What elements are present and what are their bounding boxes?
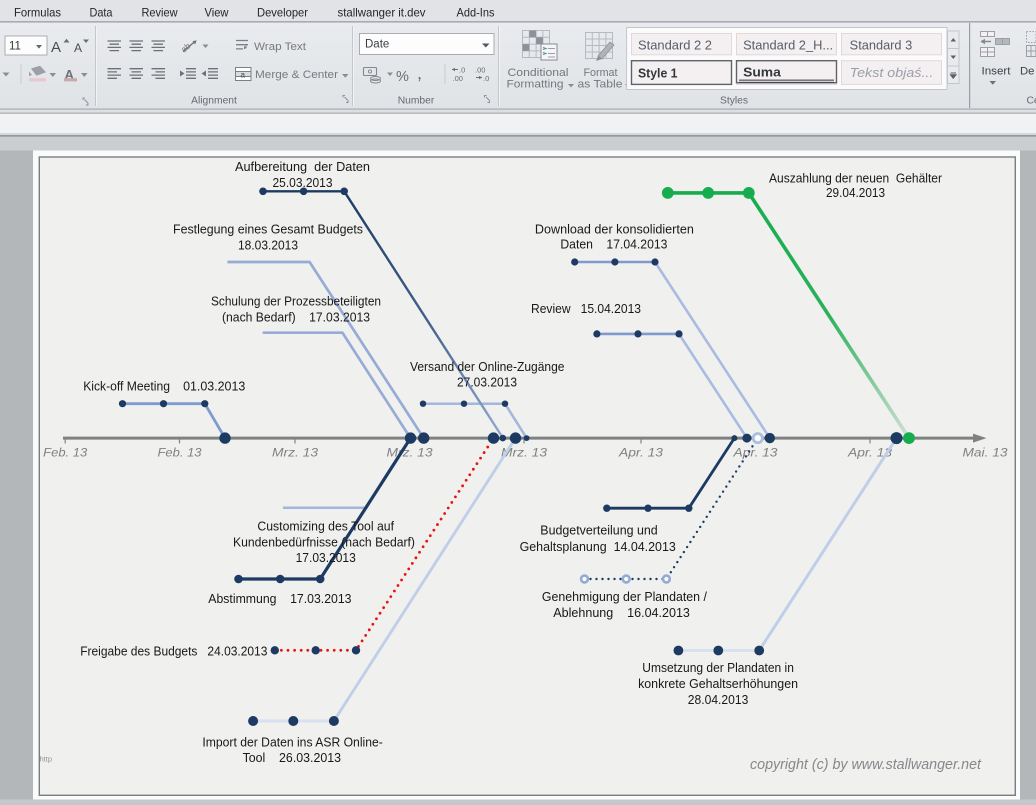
- svg-text:A: A: [51, 39, 61, 56]
- svg-text:18.03.2013: 18.03.2013: [238, 239, 298, 253]
- svg-text:Schulung der Prozessbeteiligte: Schulung der Prozessbeteiligten: [211, 295, 381, 309]
- svg-text:Genehmigung der Plandaten /: Genehmigung der Plandaten /: [542, 590, 708, 604]
- svg-text:Customizing des Tool auf: Customizing des Tool auf: [257, 520, 394, 534]
- svg-text:Kundenbedürfnisse (nach Bedarf: Kundenbedürfnisse (nach Bedarf): [233, 536, 415, 550]
- svg-text:Review 15.04.2013: Review 15.04.2013: [531, 302, 641, 316]
- svg-text:01.03.2013: 01.03.2013: [183, 380, 245, 394]
- svg-text:Wrap Text: Wrap Text: [254, 41, 307, 53]
- svg-text:Merge & Center: Merge & Center: [255, 69, 338, 81]
- svg-text:Versand der Online-Zugänge: Versand der Online-Zugänge: [410, 360, 565, 374]
- svg-text:Style 1: Style 1: [638, 66, 678, 81]
- svg-text:Number: Number: [398, 95, 435, 106]
- svg-text:Freigabe des Budgets 24.03.2: Freigabe des Budgets 24.03.2013: [80, 645, 267, 659]
- svg-text:Apr. 13: Apr. 13: [732, 446, 777, 460]
- svg-text:.00: .00: [453, 74, 463, 83]
- svg-text:Daten 17.04.2013: Daten 17.04.2013: [560, 238, 667, 252]
- svg-text:stallwanger it.dev: stallwanger it.dev: [338, 6, 426, 19]
- svg-text:De: De: [1020, 66, 1034, 78]
- svg-text:Insert: Insert: [982, 66, 1012, 78]
- svg-text:Feb. 13: Feb. 13: [43, 446, 87, 460]
- svg-text:Mrz. 13: Mrz. 13: [387, 446, 433, 460]
- svg-text:Auszahlung der neuen Gehälter: Auszahlung der neuen Gehälter: [769, 171, 942, 185]
- svg-text:http: http: [40, 755, 53, 764]
- svg-text:Abstimmung 17.03.2013: Abstimmung 17.03.2013: [208, 592, 351, 606]
- svg-text:Mrz. 13: Mrz. 13: [272, 446, 318, 460]
- svg-text:Aufbereitung der Daten: Aufbereitung der Daten: [235, 160, 370, 174]
- svg-text:Date: Date: [365, 39, 389, 51]
- svg-text:as Table: as Table: [578, 79, 623, 91]
- svg-text:Format: Format: [584, 67, 619, 79]
- svg-text:Mai. 13: Mai. 13: [963, 446, 1008, 460]
- svg-text:Gehaltsplanung 14.04.2013: Gehaltsplanung 14.04.2013: [520, 540, 676, 554]
- svg-text:Standard 2_H...: Standard 2_H...: [743, 39, 833, 53]
- svg-text:Suma: Suma: [743, 65, 782, 80]
- svg-text:Budgetverteilung und: Budgetverteilung und: [540, 524, 657, 538]
- svg-text:Conditional: Conditional: [508, 67, 569, 79]
- svg-text:29.04.2013: 29.04.2013: [826, 186, 885, 200]
- svg-text:Cells: Cells: [1027, 95, 1036, 106]
- svg-text:%: %: [396, 69, 409, 85]
- svg-text:Umsetzung der Plandaten in: Umsetzung der Plandaten in: [642, 661, 794, 675]
- svg-text:(nach Bedarf) 17.03.2013: (nach Bedarf) 17.03.2013: [222, 311, 370, 325]
- svg-text:.0: .0: [483, 74, 489, 83]
- svg-text:Styles: Styles: [720, 95, 748, 106]
- svg-text:Standard 3: Standard 3: [850, 39, 913, 53]
- svg-text:Apr. 13: Apr. 13: [618, 446, 663, 460]
- svg-text:Data: Data: [90, 6, 114, 19]
- svg-text:copyright (c) by www.stallwang: copyright (c) by www.stallwanger.net: [750, 757, 982, 773]
- svg-text:a: a: [241, 71, 246, 80]
- svg-text:Feb. 13: Feb. 13: [158, 446, 202, 460]
- svg-text:28.04.2013: 28.04.2013: [688, 693, 749, 707]
- svg-text:Tool 26.03.2013: Tool 26.03.2013: [243, 751, 341, 765]
- svg-text:,: ,: [417, 63, 422, 83]
- svg-text:Developer: Developer: [257, 6, 308, 19]
- svg-text:Ablehnung 16.04.2013: Ablehnung 16.04.2013: [553, 606, 690, 620]
- svg-text:Add-Ins: Add-Ins: [457, 6, 495, 19]
- svg-text:Formatting: Formatting: [507, 79, 564, 91]
- svg-text:Kick-off Meeting: Kick-off Meeting: [83, 380, 170, 394]
- svg-text:17.03.2013: 17.03.2013: [296, 551, 356, 565]
- svg-text:27.03.2013: 27.03.2013: [457, 376, 517, 390]
- svg-text:Import der Daten ins ASR Onlin: Import der Daten ins ASR Online-: [202, 736, 382, 750]
- svg-text:konkrete Gehaltserhöhungen: konkrete Gehaltserhöhungen: [638, 677, 798, 691]
- svg-text:Review: Review: [142, 6, 179, 19]
- svg-text:Festlegung eines Gesamt Budget: Festlegung eines Gesamt Budgets: [173, 223, 363, 237]
- svg-text:View: View: [205, 6, 230, 19]
- svg-text:Tekst objaś...: Tekst objaś...: [850, 66, 934, 80]
- svg-text:Alignment: Alignment: [191, 95, 237, 106]
- svg-text:Standard 2 2: Standard 2 2: [638, 39, 712, 53]
- svg-text:A: A: [74, 41, 82, 55]
- svg-text:Formulas: Formulas: [14, 6, 61, 19]
- svg-text:11: 11: [9, 41, 21, 53]
- svg-text:Download der konsolidierten: Download der konsolidierten: [535, 223, 694, 237]
- svg-text:25.03.2013: 25.03.2013: [273, 176, 333, 190]
